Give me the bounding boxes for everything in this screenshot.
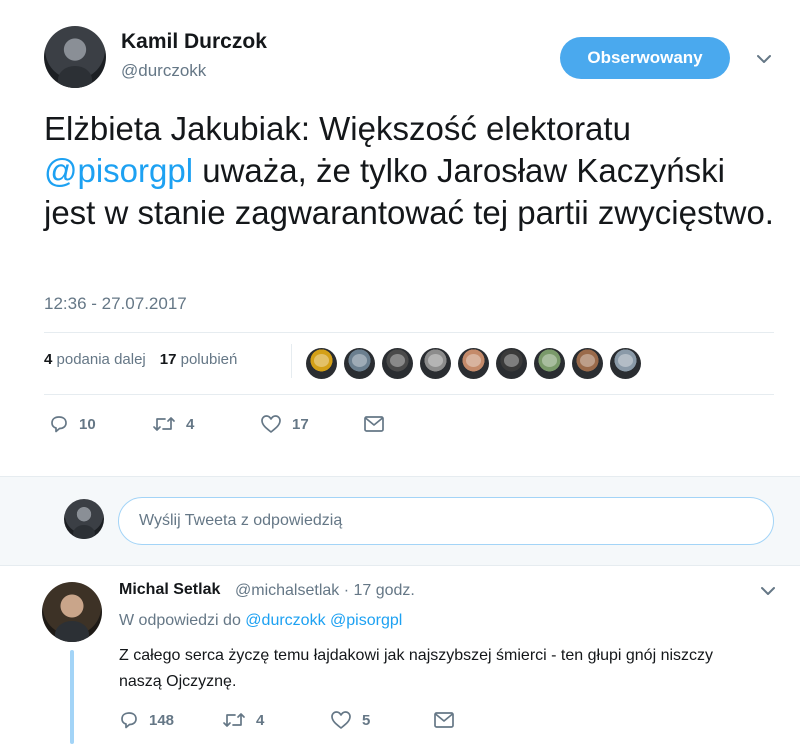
like-button[interactable]: 17 (260, 414, 363, 434)
retweets-stat[interactable]: 4 podania dalej (44, 351, 146, 368)
like-count: 17 (292, 415, 309, 433)
liker-avatar[interactable] (306, 348, 337, 379)
retweet-icon (222, 710, 246, 730)
retweet-icon (152, 414, 176, 434)
retweet-count: 4 (256, 711, 265, 729)
likers-avatars (306, 348, 641, 379)
divider (44, 394, 774, 395)
reply-to-line: W odpowiedzi do @durczokk @pisorgpl (119, 612, 402, 630)
retweet-button[interactable]: 4 (222, 710, 330, 730)
liker-avatar[interactable] (572, 348, 603, 379)
stats-divider (291, 344, 292, 378)
reply-input[interactable] (118, 497, 774, 545)
like-count: 5 (362, 711, 371, 729)
reply-icon (49, 414, 69, 434)
chevron-down-icon[interactable] (761, 584, 775, 598)
envelope-icon (433, 711, 455, 729)
heart-icon (330, 710, 352, 730)
retweet-count: 4 (186, 415, 195, 433)
reply-tweet-actions: 148 4 5 (119, 710, 455, 730)
reply-author-avatar[interactable] (42, 582, 102, 642)
liker-avatar[interactable] (534, 348, 565, 379)
liker-avatar[interactable] (610, 348, 641, 379)
likes-stat[interactable]: 17 polubień (160, 351, 238, 368)
thread-line (70, 650, 74, 744)
author-handle[interactable]: @durczokk (121, 61, 206, 81)
like-button[interactable]: 5 (330, 710, 433, 730)
author-name[interactable]: Kamil Durczok (121, 30, 267, 54)
liker-avatar[interactable] (344, 348, 375, 379)
tweet-timestamp[interactable]: 12:36 - 27.07.2017 (44, 294, 187, 314)
reply-text: Z całego serca życzę temu łajdakowi jak … (119, 647, 714, 690)
tweet-text-part1: Elżbieta Jakubiak: Większość elektoratu (44, 110, 631, 147)
direct-message-button[interactable] (433, 711, 455, 729)
envelope-icon (363, 415, 385, 433)
engagement-stats: 4 podania dalej 17 polubień (44, 351, 237, 368)
mention-link[interactable]: @pisorgpl (44, 152, 193, 189)
following-button[interactable]: Obserwowany (560, 37, 730, 79)
direct-message-button[interactable] (363, 415, 385, 433)
reply-to-mention[interactable]: @durczokk (245, 612, 325, 629)
tweet-text: Elżbieta Jakubiak: Większość elektoratu … (44, 108, 774, 234)
liker-avatar[interactable] (420, 348, 451, 379)
reply-button[interactable]: 10 (49, 414, 152, 434)
tweet-actions: 10 4 17 (49, 414, 385, 434)
retweets-stat-count: 4 (44, 351, 53, 368)
user-avatar[interactable] (64, 499, 104, 539)
chevron-down-icon[interactable] (757, 52, 771, 66)
author-avatar[interactable] (44, 26, 106, 88)
reply-author-name[interactable]: Michal Setlak (119, 581, 220, 599)
liker-avatar[interactable] (458, 348, 489, 379)
reply-icon (119, 710, 139, 730)
liker-avatar[interactable] (382, 348, 413, 379)
likes-stat-label: polubień (180, 351, 238, 368)
likes-stat-count: 17 (159, 351, 177, 368)
retweets-stat-label: podania dalej (56, 351, 146, 368)
liker-avatar[interactable] (496, 348, 527, 379)
divider (44, 332, 774, 333)
reply-to-mention[interactable]: @pisorgpl (330, 612, 402, 629)
retweet-button[interactable]: 4 (152, 414, 260, 434)
reply-to-label: W odpowiedzi do (119, 612, 241, 629)
heart-icon (260, 414, 282, 434)
reply-count: 10 (79, 415, 96, 433)
reply-author-meta[interactable]: @michalsetlak · 17 godz. (235, 582, 415, 600)
reply-count: 148 (149, 711, 175, 729)
reply-button[interactable]: 148 (119, 710, 222, 730)
